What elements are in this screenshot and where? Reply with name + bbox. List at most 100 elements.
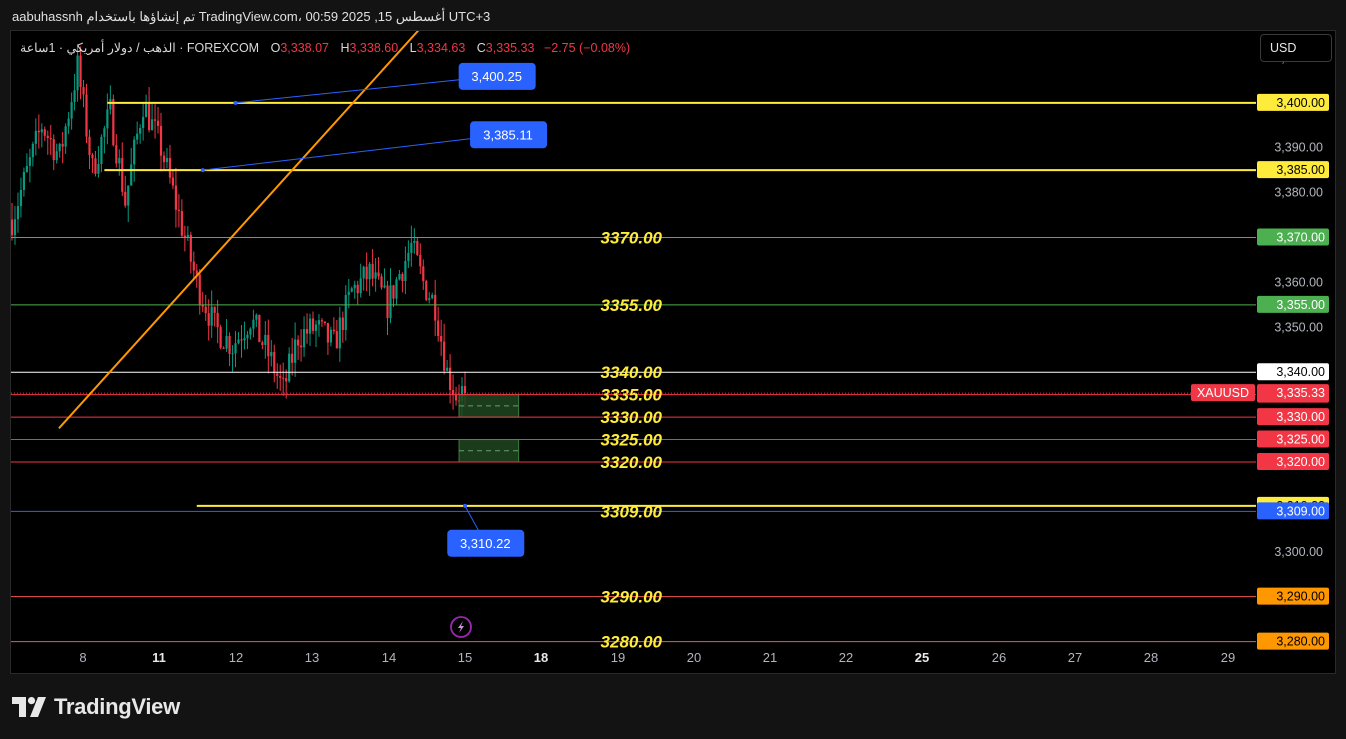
level-price-text: 3309.00 xyxy=(601,502,663,521)
level-price-text: 3320.00 xyxy=(601,453,663,472)
candle-body xyxy=(454,395,458,401)
candle-body xyxy=(261,342,264,345)
candle-body xyxy=(180,210,183,236)
candle-body xyxy=(162,155,166,163)
candle-body xyxy=(305,329,309,334)
x-axis-tick: 18 xyxy=(534,650,548,665)
callout-anchor xyxy=(200,168,205,173)
candle-body xyxy=(88,136,91,155)
price-chart[interactable]: 3370.00 3355.00 3340.00 3335.00 3330.00 3325.… xyxy=(10,0,1335,673)
callout-line xyxy=(235,75,497,104)
candle-body xyxy=(332,329,335,332)
candle-body xyxy=(380,276,383,288)
candle-body xyxy=(219,327,222,348)
candle-body xyxy=(222,347,225,349)
candle-body xyxy=(317,320,321,325)
symbol-legend: الذهب / دولار أمريكي · 1ساعة · FOREXCOM … xyxy=(20,40,630,55)
brand-wordmark: TradingView xyxy=(54,694,180,719)
x-axis-tick: 19 xyxy=(611,650,625,665)
candle-body xyxy=(377,272,380,277)
candle-body xyxy=(335,331,338,349)
candle-body xyxy=(371,263,374,279)
candle-body xyxy=(16,206,20,220)
candle-body xyxy=(246,334,249,339)
candle-body xyxy=(165,158,169,163)
candle-body xyxy=(192,261,195,271)
candle-body xyxy=(106,109,109,129)
candle-body xyxy=(428,298,431,300)
candle-body xyxy=(171,177,175,186)
candle-body xyxy=(231,353,234,355)
candle-body xyxy=(70,102,73,119)
y-axis-tick: 3,350.00 xyxy=(1274,320,1323,334)
candle-body xyxy=(374,272,377,279)
candle-body xyxy=(389,285,392,319)
axis-price-label-text: 3,290.00 xyxy=(1276,590,1325,604)
axis-price-label-text: 3,280.00 xyxy=(1276,635,1325,649)
x-axis-tick: 13 xyxy=(305,650,319,665)
chart-panel[interactable]: 3370.00 3355.00 3340.00 3335.00 3330.00 3325.… xyxy=(10,0,1336,674)
last-price-label-text: 3,335.33 xyxy=(1276,386,1325,400)
axis-price-label-text: 3,355.00 xyxy=(1276,298,1325,312)
y-axis-tick: 3,300.00 xyxy=(1274,545,1323,559)
candle-body xyxy=(264,334,267,345)
tradingview-logo[interactable]: TradingView xyxy=(12,694,180,720)
candle-body xyxy=(52,139,55,161)
candle-body xyxy=(368,263,371,280)
low-label: L xyxy=(409,41,417,55)
level-price-text: 3355.00 xyxy=(601,296,663,315)
candle-body xyxy=(362,266,365,279)
candle-body xyxy=(37,130,40,133)
candle-body xyxy=(82,87,85,95)
trend-line[interactable] xyxy=(58,0,483,429)
callout-line xyxy=(202,133,509,171)
candle-body xyxy=(416,240,419,255)
candle-body xyxy=(413,240,416,243)
candle-body xyxy=(341,317,344,331)
candle-body xyxy=(210,306,213,326)
candle-body xyxy=(40,129,43,133)
candle-body xyxy=(225,335,228,349)
candle-body xyxy=(425,281,428,300)
candle-body xyxy=(100,136,103,164)
candle-body xyxy=(133,139,136,165)
candle-body xyxy=(43,129,46,136)
candle-body xyxy=(463,386,467,394)
x-axis-tick: 27 xyxy=(1068,650,1082,665)
currency-button[interactable]: USD xyxy=(1260,34,1332,62)
x-axis-tick: 8 xyxy=(79,650,86,665)
candle-body xyxy=(121,158,124,192)
candle-body xyxy=(276,373,279,376)
candle-body xyxy=(347,291,350,296)
candle-body xyxy=(267,334,270,357)
candle-body xyxy=(103,128,106,137)
candle-body xyxy=(440,336,443,342)
candle-body xyxy=(383,285,386,288)
y-axis-tick: 3,360.00 xyxy=(1274,275,1323,289)
candle-body xyxy=(94,158,97,174)
candle-body xyxy=(249,328,252,335)
candle-body xyxy=(61,143,64,147)
candle-body xyxy=(323,321,327,324)
candle-body xyxy=(234,343,237,354)
candle-body xyxy=(338,317,341,349)
candle-body xyxy=(46,135,49,139)
candle-body xyxy=(392,285,395,299)
candle-body xyxy=(49,138,52,140)
price-callout-text: 3,400.25 xyxy=(471,69,522,84)
candle-body xyxy=(58,143,61,152)
axis-price-label-text: 3,320.00 xyxy=(1276,455,1325,469)
candle-body xyxy=(273,351,276,374)
callout-anchor xyxy=(233,100,238,105)
candle-body xyxy=(25,165,29,172)
high-label: H xyxy=(340,41,350,55)
candle-body xyxy=(237,339,240,344)
candle-body xyxy=(437,320,440,337)
candle-body xyxy=(434,294,437,321)
candle-body xyxy=(10,219,14,236)
candle-body xyxy=(282,377,285,379)
candle-body xyxy=(401,274,404,282)
symbol-name[interactable]: الذهب / دولار أمريكي · 1ساعة · FOREXCOM xyxy=(20,41,259,55)
change-value: −2.75 (−0.08%) xyxy=(543,41,631,55)
callout-anchor xyxy=(463,503,467,508)
